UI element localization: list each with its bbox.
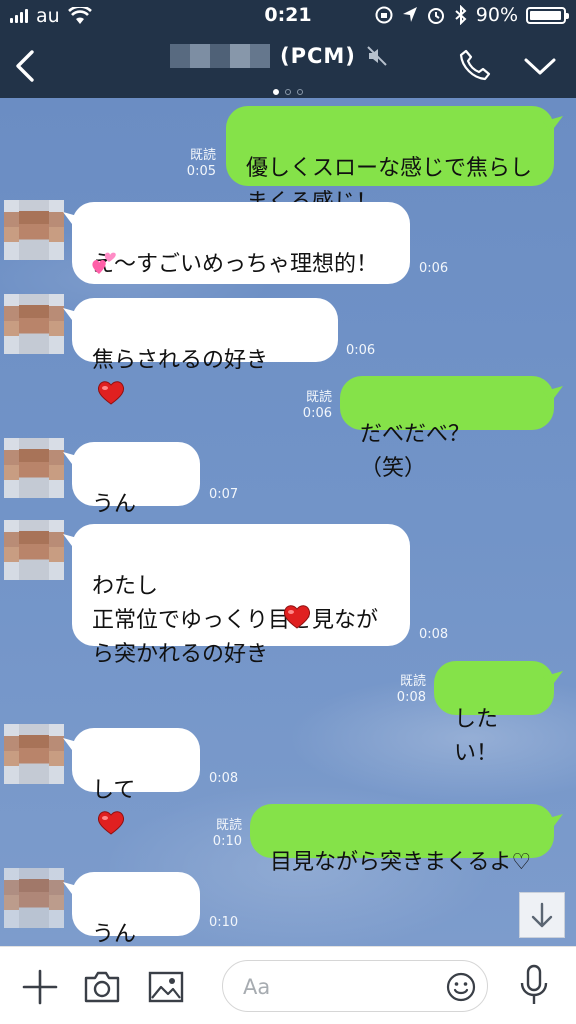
plus-icon[interactable] [20,967,60,1007]
message-text: わたし 正常位でゆっくり目を見なが ら突かれるの好き [92,574,379,667]
bluetooth-icon [455,5,467,25]
page-dot [285,89,291,95]
scroll-down-arrow-icon [531,902,553,928]
mute-icon [367,46,387,66]
top-bar: au 0:21 90% (PCM) [0,0,576,98]
message-text: 目見ながら突きまくるよ♡ [270,850,532,875]
message-bubble-incoming[interactable]: して [72,728,200,835]
phone-icon[interactable] [458,48,492,82]
location-icon [402,7,417,22]
camera-icon[interactable] [82,967,122,1007]
message-time: 0:05 [186,164,216,179]
message-time: 0:06 [302,406,332,421]
page-dot [297,89,303,95]
orientation-lock-icon [375,6,393,24]
message-meta: 既読 0:05 [170,148,216,180]
message-input[interactable] [241,971,445,1003]
message-bubble-incoming[interactable]: うん [72,872,200,946]
avatar[interactable] [4,724,64,784]
red-heart-emoji-icon [283,605,311,629]
read-receipt: 既読 [215,818,242,833]
message-input-wrapper [222,960,488,1012]
page-indicator [0,80,576,99]
message-time: 0:08 [419,627,449,642]
avatar[interactable] [4,868,64,928]
message-time: 0:06 [346,343,376,358]
chat-header: (PCM) [0,34,576,98]
message-time: 0:06 [419,261,449,276]
message-time: 0:10 [212,834,242,849]
page-dot [273,89,279,95]
read-receipt: 既読 [305,390,332,405]
message-text: だべだべ？（笑） [360,422,471,481]
avatar[interactable] [4,438,64,498]
chat-title: (PCM) [280,44,356,68]
message-text: うん [92,922,137,946]
red-heart-emoji-icon [97,811,125,835]
message-bubble-incoming[interactable]: 焦らされるの好き [72,298,338,405]
mic-icon[interactable] [516,963,552,1007]
message-bubble-incoming[interactable]: え〜すごいめっちゃ理想的！ [72,202,410,284]
scroll-to-bottom-button[interactable] [519,892,565,938]
avatar[interactable] [4,294,64,354]
pink-hearts-emoji-icon [92,252,116,274]
message-bubble-incoming[interactable]: わたし 正常位でゆっくり目を見なが ら突かれるの好き [72,524,410,667]
message-text: したい！ [454,707,499,766]
message-bubble-incoming[interactable]: うん [72,442,200,549]
message-time: 0:07 [209,487,239,502]
message-meta: 既読 0:06 [284,390,332,422]
message-input-bar [0,946,576,1024]
message-time: 0:08 [396,690,426,705]
image-icon[interactable] [146,967,186,1007]
message-bubble-outgoing[interactable]: だべだべ？（笑） [340,376,554,481]
battery-icon [526,6,569,24]
avatar[interactable] [4,200,64,260]
red-heart-emoji-icon [97,381,125,405]
message-text: え〜すごいめっちゃ理想的！ [92,252,379,277]
message-bubble-outgoing[interactable]: したい！ [434,661,554,766]
message-time: 0:10 [209,915,239,930]
message-text: 焦らされるの好き [92,348,269,373]
message-bubble-outgoing[interactable]: 目見ながら突きまくるよ♡ [250,804,554,875]
chevron-down-icon[interactable] [520,52,560,80]
message-meta: 既読 0:08 [378,674,426,706]
smile-icon[interactable] [445,971,477,1003]
message-text: して [92,778,136,803]
message-text: うん [92,492,137,517]
avatar[interactable] [4,520,64,580]
alarm-icon [427,8,444,24]
read-receipt: 既読 [399,674,426,689]
status-bar: au 0:21 90% [0,0,576,34]
message-time: 0:08 [209,771,239,786]
battery-percent: 90% [475,4,518,26]
message-meta: 既読 0:10 [194,818,242,850]
read-receipt: 既読 [189,148,216,163]
message-bubble-outgoing[interactable]: 優しくスローな感じで焦らし まくる感じ！ [226,106,554,215]
contact-name-blurred [170,44,270,68]
chat-area[interactable]: 優しくスローな感じで焦らし まくる感じ！ 既読 0:05 え〜すごいめっちゃ理想… [0,98,576,946]
